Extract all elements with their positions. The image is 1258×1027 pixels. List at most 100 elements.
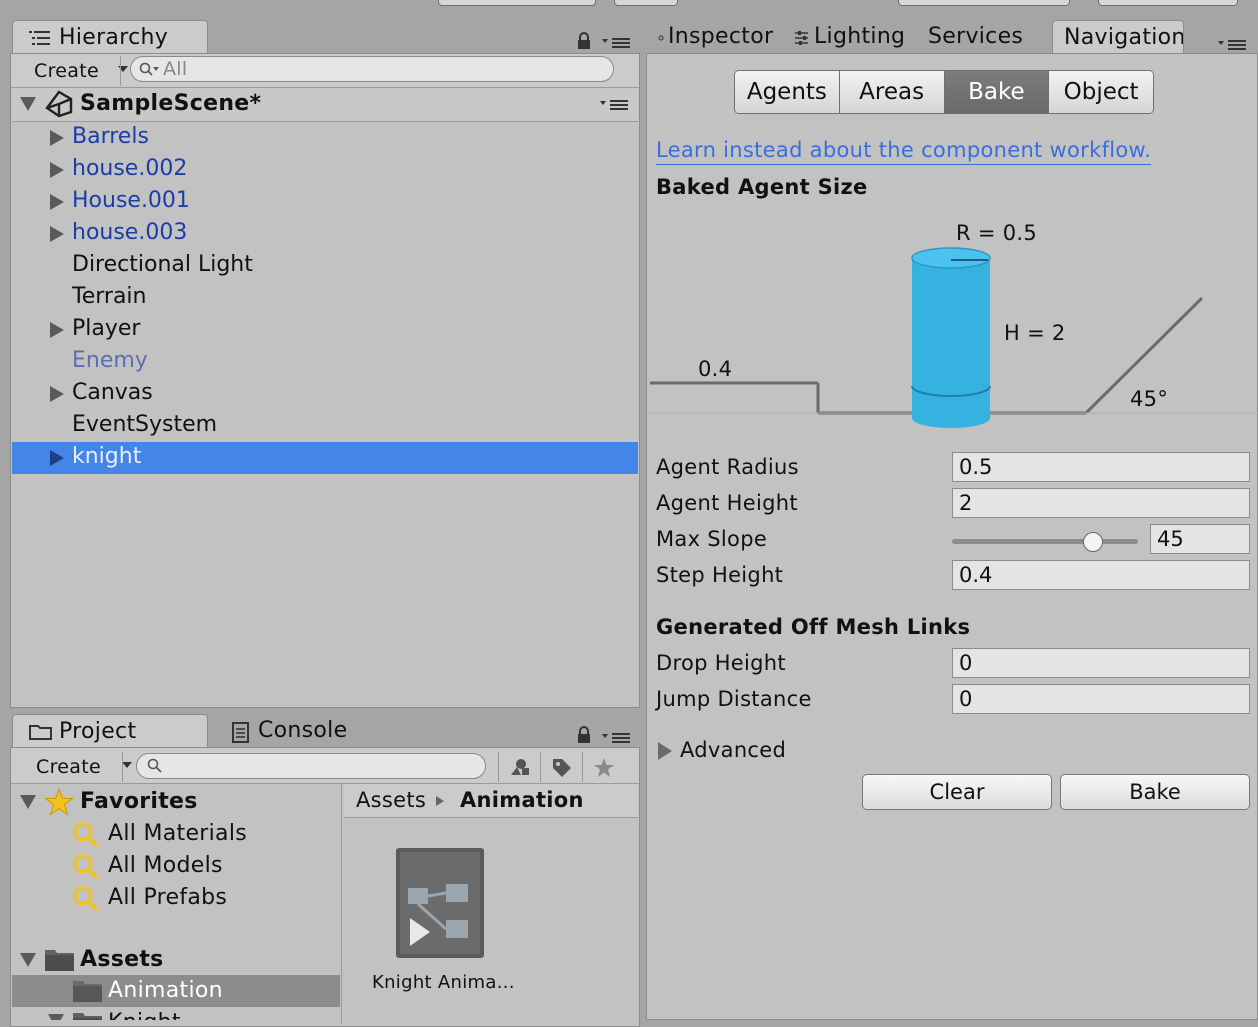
expand-down-icon[interactable] <box>48 1014 64 1020</box>
expand-right-icon[interactable] <box>50 450 64 466</box>
toolbar-button[interactable] <box>898 0 1070 6</box>
panel-menu-icon[interactable] <box>602 731 632 745</box>
hierarchy-item-label: EventSystem <box>72 412 218 437</box>
tab-navigation[interactable]: Navigation <box>1052 20 1184 54</box>
step-height-label: Step Height <box>656 563 784 587</box>
scene-menu-icon[interactable] <box>600 98 630 112</box>
hierarchy-item[interactable]: knight <box>12 442 638 474</box>
expand-right-icon[interactable] <box>50 386 64 402</box>
segment-object[interactable]: Object <box>1049 71 1153 113</box>
folder-row-animation[interactable]: Animation <box>12 975 340 1007</box>
expand-right-icon[interactable] <box>50 322 64 338</box>
max-slope-slider[interactable] <box>952 524 1142 558</box>
segment-bake[interactable]: Bake <box>944 71 1050 113</box>
filter-by-label-button[interactable] <box>540 752 582 782</box>
hierarchy-item-label: house.003 <box>72 220 188 245</box>
slider-thumb[interactable] <box>1082 532 1103 552</box>
advanced-foldout[interactable]: Advanced <box>656 738 836 766</box>
console-icon <box>232 722 249 743</box>
tab-lighting-label: Lighting <box>814 24 906 49</box>
project-search-input[interactable] <box>136 753 486 779</box>
favorite-item[interactable]: All Models <box>12 850 340 882</box>
bake-button[interactable]: Bake <box>1060 774 1250 810</box>
favorite-item[interactable]: All Materials <box>12 818 340 850</box>
tab-lighting[interactable]: Lighting <box>792 22 912 54</box>
slope-label: 45° <box>1130 387 1169 411</box>
favorite-label: All Prefabs <box>108 885 228 910</box>
drop-height-field[interactable]: 0 <box>952 648 1250 678</box>
breadcrumb-root[interactable]: Assets <box>356 788 426 812</box>
expand-right-icon[interactable] <box>50 226 64 242</box>
favorites-row[interactable]: Favorites <box>12 786 340 818</box>
hierarchy-item[interactable]: Canvas <box>12 378 638 410</box>
assets-label: Assets <box>80 947 164 972</box>
toolbar-button[interactable] <box>438 0 596 6</box>
hierarchy-item[interactable]: Player <box>12 314 638 346</box>
hierarchy-item[interactable]: EventSystem <box>12 410 638 442</box>
tab-inspector-label: Inspector <box>668 24 774 49</box>
hierarchy-item-label: Barrels <box>72 124 149 149</box>
segment-areas[interactable]: Areas <box>839 71 945 113</box>
expand-right-icon[interactable] <box>50 130 64 146</box>
hierarchy-item[interactable]: Directional Light <box>12 250 638 282</box>
favorite-item[interactable]: All Prefabs <box>12 882 340 914</box>
tab-inspector[interactable]: Inspector <box>650 22 774 54</box>
expand-down-icon[interactable] <box>20 97 36 111</box>
hierarchy-item[interactable]: house.002 <box>12 154 638 186</box>
expand-down-icon[interactable] <box>20 953 36 967</box>
asset-item[interactable]: Knight Anima... <box>362 846 522 996</box>
divider <box>120 56 121 86</box>
folder-label: Animation <box>108 978 223 1003</box>
tab-navigation-label: Navigation <box>1064 25 1184 50</box>
hierarchy-item[interactable]: house.003 <box>12 218 638 250</box>
hierarchy-item[interactable]: Terrain <box>12 282 638 314</box>
panel-menu-icon[interactable] <box>1218 38 1248 52</box>
hierarchy-item[interactable]: Barrels <box>12 122 638 154</box>
jump-distance-field[interactable]: 0 <box>952 684 1250 714</box>
lock-icon[interactable] <box>576 726 592 744</box>
assets-row[interactable]: Assets <box>12 944 340 976</box>
favorites-button[interactable] <box>582 752 624 782</box>
expand-right-icon[interactable] <box>50 162 64 178</box>
chevron-down-icon <box>122 762 132 768</box>
lock-icon[interactable] <box>576 32 592 50</box>
max-slope-field[interactable]: 45 <box>1150 524 1250 554</box>
expand-right-icon[interactable] <box>50 194 64 210</box>
tab-services[interactable]: Services <box>922 22 1032 54</box>
toolbar-button[interactable] <box>614 0 678 6</box>
tab-hierarchy-label: Hierarchy <box>59 25 169 50</box>
folder-row-knight[interactable]: Knight <box>12 1007 340 1020</box>
tab-project-label: Project <box>59 719 137 744</box>
component-workflow-link[interactable]: Learn instead about the component workfl… <box>656 138 1152 165</box>
hierarchy-item-label: House.001 <box>72 188 190 213</box>
tab-hierarchy[interactable]: Hierarchy <box>12 20 208 54</box>
star-icon <box>594 758 614 777</box>
tab-project[interactable]: Project <box>12 714 208 748</box>
filter-type-icon <box>511 759 529 775</box>
segment-agents[interactable]: Agents <box>735 71 840 113</box>
hierarchy-search-input[interactable]: All <box>130 56 614 82</box>
favorite-label: All Materials <box>108 821 248 846</box>
folder-icon <box>73 1013 102 1020</box>
agent-radius-field[interactable]: 0.5 <box>952 452 1250 482</box>
toolbar-button[interactable] <box>1098 0 1238 6</box>
clear-button[interactable]: Clear <box>862 774 1052 810</box>
lighting-icon <box>795 31 808 45</box>
hierarchy-item[interactable]: House.001 <box>12 186 638 218</box>
filter-by-type-button[interactable] <box>498 752 540 782</box>
scene-row[interactable]: SampleScene* <box>12 88 638 122</box>
hierarchy-item[interactable]: Enemy <box>12 346 638 378</box>
step-height-field[interactable]: 0.4 <box>952 560 1250 590</box>
panel-menu-icon[interactable] <box>602 36 632 50</box>
hierarchy-item-label: Player <box>72 316 141 341</box>
breadcrumb-current[interactable]: Animation <box>460 788 584 812</box>
expand-down-icon[interactable] <box>20 795 36 809</box>
scene-name: SampleScene* <box>80 91 262 116</box>
drop-height-label: Drop Height <box>656 651 786 675</box>
tab-console[interactable]: Console <box>214 716 414 748</box>
agent-height-field[interactable]: 2 <box>952 488 1250 518</box>
create-label: Create <box>34 60 99 82</box>
favorite-label: All Models <box>108 853 223 878</box>
folder-icon <box>73 981 102 1002</box>
breadcrumb: Assets Animation <box>344 784 638 818</box>
